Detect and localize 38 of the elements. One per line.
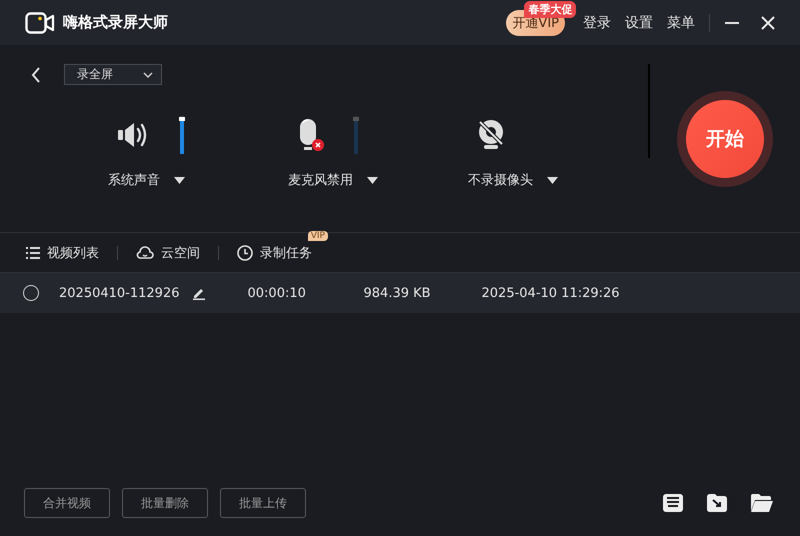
tab[interactable]: 录制任务	[260, 244, 312, 262]
camera-off-icon[interactable]	[476, 119, 506, 151]
device-label: 系统声音	[108, 172, 160, 189]
vip-badge: VIP	[308, 230, 328, 240]
promo-badge: 春季大促	[524, 0, 576, 18]
batch-button[interactable]: 批量上传	[220, 488, 306, 518]
mode-select[interactable]: 录全屏	[64, 64, 162, 85]
header-link[interactable]: 设置	[625, 14, 653, 32]
inbox-icon[interactable]	[662, 493, 684, 513]
edit-icon[interactable]	[192, 286, 206, 300]
select-radio[interactable]	[23, 285, 39, 301]
tab[interactable]: 视频列表	[47, 244, 99, 262]
file-size: 984.39 KB	[364, 286, 432, 300]
close-icon[interactable]	[760, 14, 776, 30]
chevron-down-icon[interactable]	[143, 72, 153, 78]
app-title: 嗨格式录屏大师	[63, 13, 168, 32]
device-label: 不录摄像头	[468, 172, 533, 189]
batch-button[interactable]: 批量删除	[122, 488, 208, 518]
header-link[interactable]: 登录	[583, 14, 611, 32]
volume-slider[interactable]	[180, 116, 184, 154]
file-date: 2025-04-10 11:29:26	[482, 286, 620, 300]
header-link[interactable]: 菜单	[667, 14, 695, 32]
tab[interactable]: 云空间	[161, 244, 200, 262]
file-row[interactable]: 20250410-112926 00:00:10 984.39 KB 2025-04-10 11:29:26	[0, 273, 800, 313]
file-name: 20250410-112926	[59, 286, 180, 300]
device-label: 麦克风禁用	[288, 172, 353, 189]
batch-button[interactable]: 合并视频	[24, 488, 110, 518]
camera-logo-icon	[25, 12, 55, 34]
clock-icon	[237, 244, 253, 260]
dropdown-icon[interactable]	[174, 176, 185, 184]
folder-arrow-icon[interactable]	[706, 493, 728, 513]
cloud-icon	[136, 246, 154, 260]
list-icon	[26, 246, 40, 258]
dropdown-icon[interactable]	[367, 176, 378, 184]
back-icon[interactable]	[30, 66, 42, 84]
dropdown-icon[interactable]	[547, 176, 558, 184]
folder-icon[interactable]	[750, 493, 774, 513]
file-duration: 00:00:10	[248, 286, 307, 300]
